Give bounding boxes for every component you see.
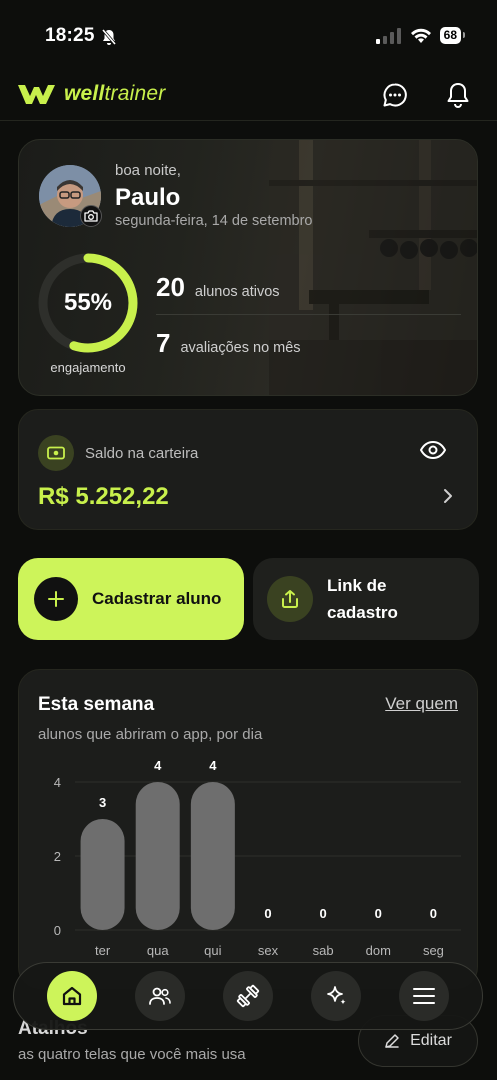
chevron-right-icon bbox=[444, 489, 452, 503]
students-icon bbox=[149, 987, 171, 1005]
menu-icon bbox=[413, 988, 435, 1004]
nav-ai[interactable] bbox=[311, 971, 361, 1021]
bell-icon bbox=[447, 83, 469, 108]
user-name: Paulo bbox=[115, 184, 181, 211]
stat-label: avaliações no mês bbox=[180, 340, 301, 356]
profile-card: boa noite, Paulo segunda-feira, 14 de se… bbox=[18, 139, 478, 396]
wifi-icon bbox=[410, 28, 431, 43]
current-date: segunda-feira, 14 de setembro bbox=[115, 213, 313, 229]
edit-label: Editar bbox=[410, 1032, 452, 1049]
wallet-label: Saldo na carteira bbox=[85, 445, 199, 462]
nav-home[interactable] bbox=[47, 971, 97, 1021]
change-photo-button[interactable] bbox=[80, 205, 102, 227]
bar bbox=[80, 819, 125, 930]
data-label: 4 bbox=[154, 758, 162, 773]
messages-button[interactable] bbox=[380, 80, 410, 110]
eye-icon bbox=[420, 441, 446, 459]
status-indicators: 68 bbox=[375, 27, 466, 44]
stat-label: alunos ativos bbox=[194, 284, 280, 300]
money-icon bbox=[38, 435, 74, 471]
greeting: boa noite, bbox=[115, 162, 181, 179]
data-label: 0 bbox=[264, 906, 271, 921]
data-label: 4 bbox=[209, 758, 217, 773]
silent-icon bbox=[100, 28, 118, 51]
data-label: 3 bbox=[99, 795, 106, 810]
x-tick-label: ter bbox=[95, 943, 111, 958]
plus-icon bbox=[34, 577, 78, 621]
stat-assessments: 7 avaliações no mês bbox=[156, 328, 301, 359]
x-tick-label: qui bbox=[204, 943, 221, 958]
bar bbox=[190, 782, 235, 930]
camera-icon bbox=[84, 210, 98, 222]
registration-link-button[interactable]: Link de cadastro bbox=[253, 558, 479, 640]
nav-menu[interactable] bbox=[399, 971, 449, 1021]
weekly-activity-card: Esta semana Ver quem alunos que abriram … bbox=[18, 669, 478, 989]
x-tick-label: sex bbox=[258, 943, 279, 958]
brand-name: welltrainer bbox=[64, 82, 166, 105]
stat-divider bbox=[156, 314, 461, 315]
engagement-percent: 55% bbox=[63, 289, 113, 316]
nav-workouts[interactable] bbox=[223, 971, 273, 1021]
status-time: 18:25 bbox=[45, 25, 95, 46]
pencil-icon bbox=[385, 1034, 399, 1048]
x-tick-label: sab bbox=[313, 943, 334, 958]
register-student-label: Cadastrar aluno bbox=[92, 589, 222, 608]
x-tick-label: seg bbox=[423, 943, 444, 958]
dumbbell-icon bbox=[236, 984, 260, 1008]
wallet-details-button[interactable] bbox=[443, 488, 453, 509]
data-label: 0 bbox=[375, 906, 382, 921]
week-title: Esta semana bbox=[38, 694, 155, 715]
wallet-balance: R$ 5.252,22 bbox=[38, 483, 169, 510]
weekly-bar-chart: 0 2 4 3 ter 4 qua 4 qui 0 sex 0 sab 0 dom 0 seg bbox=[54, 758, 461, 958]
y-tick-label: 0 bbox=[54, 923, 61, 938]
data-label: 0 bbox=[320, 906, 327, 921]
notifications-button[interactable] bbox=[443, 80, 473, 110]
y-tick-label: 4 bbox=[54, 775, 61, 790]
week-subtitle: alunos que abriram o app, por dia bbox=[38, 726, 263, 743]
home-icon bbox=[62, 986, 82, 1006]
x-tick-label: qua bbox=[147, 943, 169, 958]
signal-icon bbox=[375, 27, 401, 44]
share-icon bbox=[267, 576, 313, 622]
stat-value: 7 bbox=[156, 328, 171, 358]
brand-logo: welltrainer bbox=[18, 82, 165, 106]
wt-logo-icon bbox=[18, 85, 55, 104]
bottom-navigation bbox=[13, 962, 483, 1030]
x-tick-label: dom bbox=[366, 943, 391, 958]
toggle-balance-visibility-button[interactable] bbox=[419, 440, 447, 465]
header-divider bbox=[0, 120, 497, 121]
register-student-button[interactable]: Cadastrar aluno bbox=[18, 558, 244, 640]
bar bbox=[135, 782, 180, 930]
shortcuts-subtitle: as quatro telas que você mais usa bbox=[18, 1046, 246, 1063]
wallet-card[interactable]: Saldo na carteira R$ 5.252,22 bbox=[18, 409, 478, 530]
nav-students[interactable] bbox=[135, 971, 185, 1021]
y-tick-label: 2 bbox=[54, 849, 61, 864]
stat-active-students: 20 alunos ativos bbox=[156, 272, 280, 303]
see-who-link[interactable]: Ver quem bbox=[385, 694, 458, 714]
registration-link-label: Link de cadastro bbox=[327, 576, 398, 622]
stat-value: 20 bbox=[156, 272, 185, 302]
battery-indicator: 68 bbox=[439, 27, 466, 44]
engagement-label: engajamento bbox=[50, 360, 126, 375]
data-label: 0 bbox=[430, 906, 437, 921]
sparkle-icon bbox=[327, 986, 346, 1005]
chat-icon bbox=[383, 83, 407, 107]
